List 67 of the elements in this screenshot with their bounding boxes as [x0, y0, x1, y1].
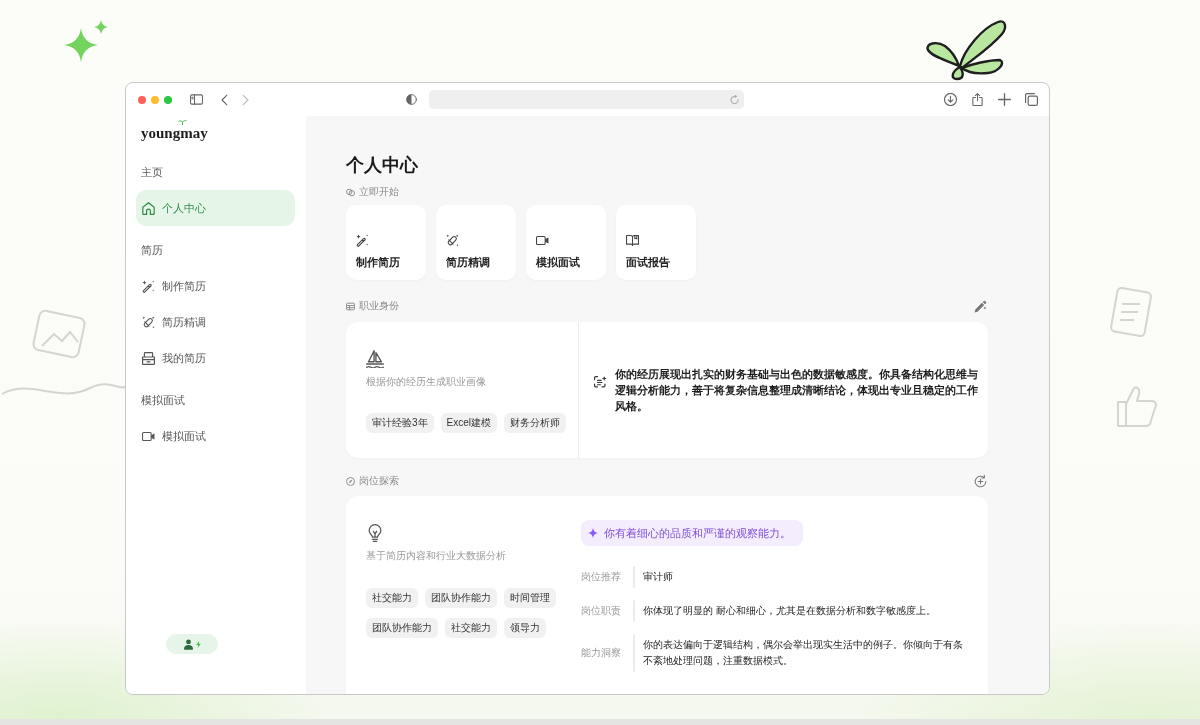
sparkle-icon: [588, 528, 598, 538]
quick-action-card[interactable]: 简历精调: [436, 205, 516, 280]
field-label: 岗位推荐: [581, 571, 622, 583]
scan-icon: [594, 375, 607, 389]
sidebar-icon[interactable]: [190, 93, 203, 106]
section-label: 立即开始: [359, 186, 399, 198]
video-camera-icon: [536, 234, 549, 247]
skill-tag: 审计经验3年: [366, 413, 434, 433]
pill-sparkle-icon: [446, 234, 459, 247]
open-book-icon: [626, 234, 639, 247]
field-label: 岗位职责: [581, 605, 622, 617]
window-close-icon[interactable]: [138, 95, 146, 104]
field-label: 能力洞察: [581, 647, 622, 659]
skill-tag: 社交能力: [366, 588, 418, 608]
contrast-icon[interactable]: [406, 94, 417, 105]
edit-icon[interactable]: [974, 299, 987, 313]
skill-tag: Excel建模: [440, 413, 497, 433]
circles-icon: [346, 187, 355, 197]
lightbulb-icon: [366, 524, 384, 542]
field-value: 你的表达偏向于逻辑结构，偶尔会举出现实生活中的例子。你倾向于有条不紊地处理问题，注重数据模式。: [643, 638, 964, 668]
logo-text[interactable]: youngmay: [141, 124, 208, 142]
field-value: 你体现了明显的 耐心和细心，尤其是在数据分析和数字敏感度上。: [643, 604, 937, 618]
skill-tag: 团队协作能力: [425, 588, 497, 608]
person-icon: [183, 638, 193, 650]
summary-text: 你的经历展现出扎实的财务基础与出色的数据敏感度。你具备结构化思维与逻辑分析能力，善于将复杂信息整理成清晰结论，体现出专业且稳定的工作风格。: [615, 367, 979, 414]
section-subtitle: 基于简历内容和行业大数据分析: [366, 550, 507, 562]
insight-text: 你有着细心的品质和严谨的观察能力。: [604, 525, 791, 541]
section-label: 职业身份: [359, 300, 399, 312]
skill-tag: 领导力: [504, 618, 546, 638]
video-camera-icon: [142, 429, 155, 443]
section-heading: 主页: [140, 166, 164, 179]
back-icon[interactable]: [221, 93, 228, 106]
compass-icon: [346, 476, 355, 486]
pill-sparkle-icon: [142, 315, 155, 329]
skill-tag: 团队协作能力: [366, 618, 438, 638]
nav-item[interactable]: 简历精调: [136, 304, 295, 340]
wand-sparkle-icon: [356, 234, 369, 247]
refresh-icon[interactable]: [974, 474, 987, 488]
section-heading: 模拟面试: [140, 394, 186, 407]
page-title: 个人中心: [346, 154, 419, 177]
skill-tag: 财务分析师: [504, 413, 566, 433]
nav-item[interactable]: 我的简历: [136, 340, 295, 376]
section-subtitle: 根据你的经历生成职业画像: [366, 376, 487, 388]
wand-sparkle-icon: [142, 279, 155, 293]
plus-icon[interactable]: [998, 93, 1011, 106]
bolt-icon: [195, 640, 201, 648]
section-heading: 简历: [140, 244, 164, 257]
table-icon: [346, 301, 355, 311]
quick-action-card[interactable]: 模拟面试: [526, 205, 606, 280]
user-button[interactable]: [166, 634, 218, 654]
quick-action-card[interactable]: 制作简历: [346, 205, 426, 280]
home-icon: [142, 201, 155, 215]
download-icon[interactable]: [944, 93, 957, 106]
tray-icon: [142, 351, 155, 365]
sailboat-icon: [366, 350, 384, 368]
sprout-icon: [178, 120, 187, 125]
field-value: 审计师: [643, 570, 674, 584]
skill-tag: 时间管理: [504, 588, 556, 608]
address-field[interactable]: [429, 90, 744, 109]
nav-item[interactable]: 模拟面试: [136, 418, 295, 454]
tabs-icon[interactable]: [1025, 93, 1038, 106]
share-icon[interactable]: [971, 93, 984, 106]
nav-item[interactable]: 制作简历: [136, 268, 295, 304]
section-label: 岗位探索: [359, 475, 399, 487]
nav-item[interactable]: 个人中心: [136, 190, 295, 226]
skill-tag: 社交能力: [445, 618, 497, 638]
quick-action-card[interactable]: 面试报告: [616, 205, 696, 280]
